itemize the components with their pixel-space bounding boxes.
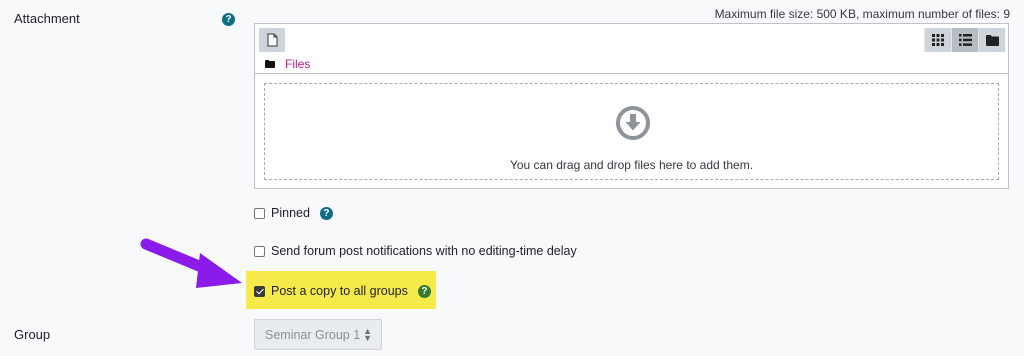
files-path-link[interactable]: Files: [285, 57, 310, 71]
pinned-help-icon[interactable]: ?: [319, 206, 333, 220]
file-drop-zone[interactable]: You can drag and drop files here to add …: [264, 83, 999, 180]
pinned-label: Pinned: [271, 206, 310, 220]
group-select[interactable]: Seminar Group 1 ▲ ▼: [254, 319, 382, 350]
post-copy-option: Post a copy to all groups ?: [254, 284, 431, 298]
post-copy-checkbox[interactable]: [254, 285, 265, 297]
pinned-option: Pinned ?: [254, 206, 333, 220]
attachment-help-icon[interactable]: ?: [222, 13, 235, 26]
folder-tree-icon: [985, 34, 999, 46]
post-copy-help-icon[interactable]: ?: [417, 284, 431, 298]
no-delay-label: Send forum post notifications with no ed…: [271, 244, 577, 258]
drop-zone-text: You can drag and drop files here to add …: [509, 158, 754, 172]
post-copy-label: Post a copy to all groups: [271, 284, 408, 298]
view-toolbar: [924, 28, 1005, 52]
list-view-icon: [958, 34, 972, 46]
annotation-arrow-icon: [140, 238, 242, 288]
group-label: Group: [14, 327, 51, 342]
grid-view-icon: [932, 34, 944, 46]
group-select-value: Seminar Group 1: [265, 327, 361, 342]
max-file-info: Maximum file size: 500 KB, maximum numbe…: [714, 7, 1010, 21]
attachment-label: Attachment: [14, 11, 80, 26]
grid-view-button[interactable]: [924, 28, 951, 52]
select-caret-icon: ▲ ▼: [363, 326, 372, 343]
filemanager-divider: [255, 73, 1008, 74]
no-delay-option: Send forum post notifications with no ed…: [254, 244, 577, 258]
file-manager: Files You can drag and drop files here t…: [254, 23, 1009, 189]
add-file-button[interactable]: [259, 28, 285, 52]
no-delay-checkbox[interactable]: [254, 245, 265, 257]
arrow-circle-down-icon: [616, 106, 650, 140]
breadcrumb: Files: [265, 57, 310, 71]
list-view-button[interactable]: [951, 28, 978, 52]
tree-view-button[interactable]: [978, 28, 1005, 52]
pinned-checkbox[interactable]: [254, 207, 265, 219]
folder-icon: [265, 60, 275, 68]
file-icon: [267, 33, 277, 47]
